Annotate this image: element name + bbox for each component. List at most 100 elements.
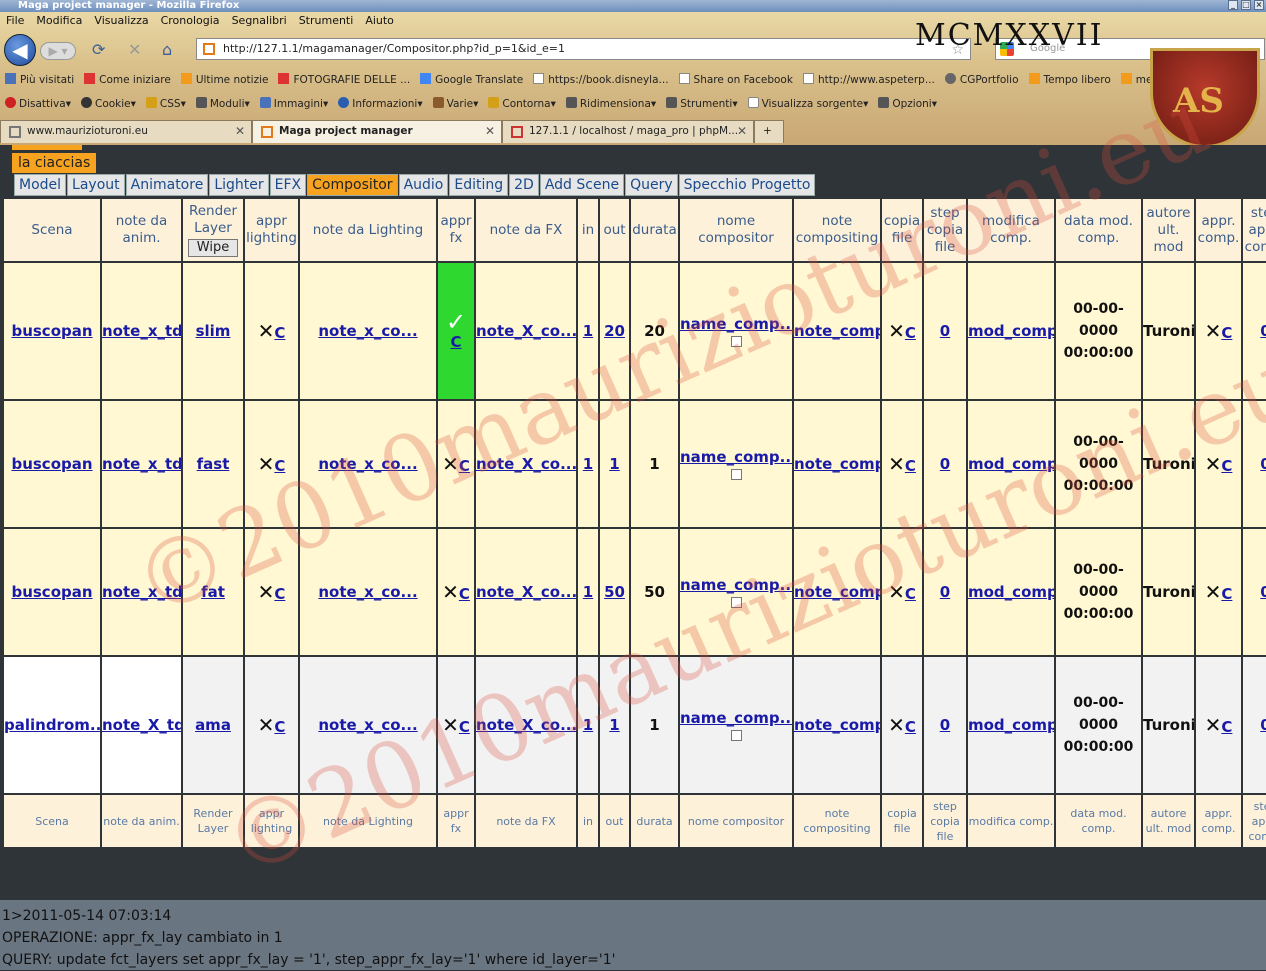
out-link[interactable]: 1 [609,716,619,734]
bookmark-item[interactable]: Google Translate [415,70,528,92]
bookmark-item[interactable]: Più visitati [0,70,79,92]
minimize-icon[interactable]: _ [1228,0,1238,10]
bookmark-item[interactable]: Share on Facebook [674,70,798,92]
note-lighting-link[interactable]: note_x_co... [318,322,417,340]
close-tab-icon[interactable]: ✕ [485,124,495,138]
wipe-button[interactable]: Wipe [187,239,239,257]
bookmark-item[interactable]: CGPortfolio [940,70,1024,92]
bookmark-item[interactable]: FOTOGRAFIE DELLE ... [273,70,415,92]
close-tab-icon[interactable]: ✕ [737,124,747,138]
out-link[interactable]: 1 [609,455,619,473]
bookmark-item[interactable]: Ultime notizie [176,70,274,92]
in-link[interactable]: 1 [583,716,593,734]
step-copia-link[interactable]: 0 [940,716,950,734]
dev-opzioni[interactable]: Opzioni▾ [873,94,942,116]
nome-comp-checkbox[interactable] [730,336,742,347]
bookmark-item[interactable]: http://www.aspeterp... [798,70,940,92]
dev-informazioni[interactable]: Informazioni▾ [333,94,427,116]
dev-css[interactable]: CSS▾ [141,94,191,116]
copia-link[interactable]: C [905,585,916,603]
dev-varie[interactable]: Varie▾ [428,94,484,116]
dev-cookie[interactable]: Cookie▾ [76,94,141,116]
note-comp-link[interactable]: note_comp [794,322,880,340]
dev-sorgente[interactable]: Visualizza sorgente▾ [743,94,874,116]
maximize-icon[interactable]: □ [1241,0,1251,10]
in-link[interactable]: 1 [583,583,593,601]
dev-contorna[interactable]: Contorna▾ [483,94,560,116]
note-fx-link[interactable]: note_X_co... [476,716,576,734]
step-copia-link[interactable]: 0 [940,322,950,340]
close-window-icon[interactable]: × [1254,0,1264,10]
menu-segnalibri[interactable]: Segnalibri [226,12,293,32]
layer-link[interactable]: ama [195,716,231,734]
nav-specchio-progetto[interactable]: Specchio Progetto [678,174,816,196]
note-comp-link[interactable]: note_comp [794,583,880,601]
project-name[interactable]: la ciaccias [12,153,97,173]
new-tab-button[interactable]: + [754,120,784,143]
nome-comp-checkbox[interactable] [730,730,742,741]
nav-animatore[interactable]: Animatore [125,174,209,196]
appr-lighting-link[interactable]: C [274,718,285,736]
nome-comp-checkbox[interactable] [730,469,742,480]
in-link[interactable]: 1 [583,455,593,473]
note-fx-link[interactable]: note_X_co... [476,455,576,473]
layer-link[interactable]: slim [196,322,231,340]
menu-aiuto[interactable]: Aiuto [359,12,400,32]
dev-ridimensiona[interactable]: Ridimensiona▾ [561,94,661,116]
home-icon[interactable]: ⌂ [162,40,172,59]
nav-lighter[interactable]: Lighter [209,174,269,196]
scena-link[interactable]: palindrom... [4,716,100,734]
step-copia-link[interactable]: 0 [940,455,950,473]
nav-editing[interactable]: Editing [449,174,509,196]
bookmark-item[interactable]: Tempo libero [1024,70,1116,92]
scena-link[interactable]: buscopan [11,455,92,473]
note-comp-link[interactable]: note_comp [794,716,880,734]
out-link[interactable]: 50 [604,583,625,601]
dev-strumenti[interactable]: Strumenti▾ [661,94,742,116]
note-anim-link[interactable]: note_x_td [102,583,181,601]
appr-lighting-link[interactable]: C [274,457,285,475]
menu-modifica[interactable]: Modifica [30,12,88,32]
scena-link[interactable]: buscopan [11,322,92,340]
appr-fx-link[interactable]: C [459,457,470,475]
mod-comp-link[interactable]: mod_comp [968,716,1054,734]
step-appr-link[interactable]: 0 [1260,455,1266,473]
nav-model[interactable]: Model [14,174,67,196]
nav-efx[interactable]: EFX [269,174,307,196]
appr-lighting-link[interactable]: C [274,324,285,342]
tab-phpmyadmin[interactable]: 127.1.1 / localhost / maga_pro | phpM...… [502,120,754,143]
appr-fx-link[interactable]: C [450,333,461,351]
step-appr-link[interactable]: 0 [1260,716,1266,734]
close-tab-icon[interactable]: ✕ [235,124,245,138]
appr-fx-link[interactable]: C [459,718,470,736]
nome-comp-checkbox[interactable] [730,597,742,608]
copia-link[interactable]: C [905,324,916,342]
copia-link[interactable]: C [905,718,916,736]
mod-comp-link[interactable]: mod_comp [968,583,1054,601]
bookmark-item[interactable]: https://book.disneyla... [528,70,673,92]
bookmark-item[interactable]: Come iniziare [79,70,176,92]
tab-maga-project-manager[interactable]: Maga project manager ✕ [252,120,502,143]
note-fx-link[interactable]: note_X_co... [476,583,576,601]
appr-comp-link[interactable]: C [1221,457,1232,475]
note-anim-link[interactable]: note_x_td [102,322,181,340]
layer-link[interactable]: fat [201,583,225,601]
menu-file[interactable]: File [0,12,30,32]
nome-comp-link[interactable]: name_comp... [680,448,792,466]
nav-compositor[interactable]: Compositor [307,174,398,196]
out-link[interactable]: 20 [604,322,625,340]
tab-maurizioturoni[interactable]: www.maurizioturoni.eu ✕ [0,120,252,143]
step-appr-link[interactable]: 0 [1260,322,1266,340]
layer-link[interactable]: fast [197,455,230,473]
appr-comp-link[interactable]: C [1221,718,1232,736]
nome-comp-link[interactable]: name_comp... [680,709,792,727]
url-bar[interactable]: http://127.1.1/magamanager/Compositor.ph… [196,38,971,60]
appr-lighting-link[interactable]: C [274,585,285,603]
menu-cronologia[interactable]: Cronologia [155,12,226,32]
appr-comp-link[interactable]: C [1221,324,1232,342]
nav-2d[interactable]: 2D [509,174,539,196]
dev-immagini[interactable]: Immagini▾ [255,94,333,116]
note-comp-link[interactable]: note_comp [794,455,880,473]
note-lighting-link[interactable]: note_x_co... [318,455,417,473]
in-link[interactable]: 1 [583,322,593,340]
